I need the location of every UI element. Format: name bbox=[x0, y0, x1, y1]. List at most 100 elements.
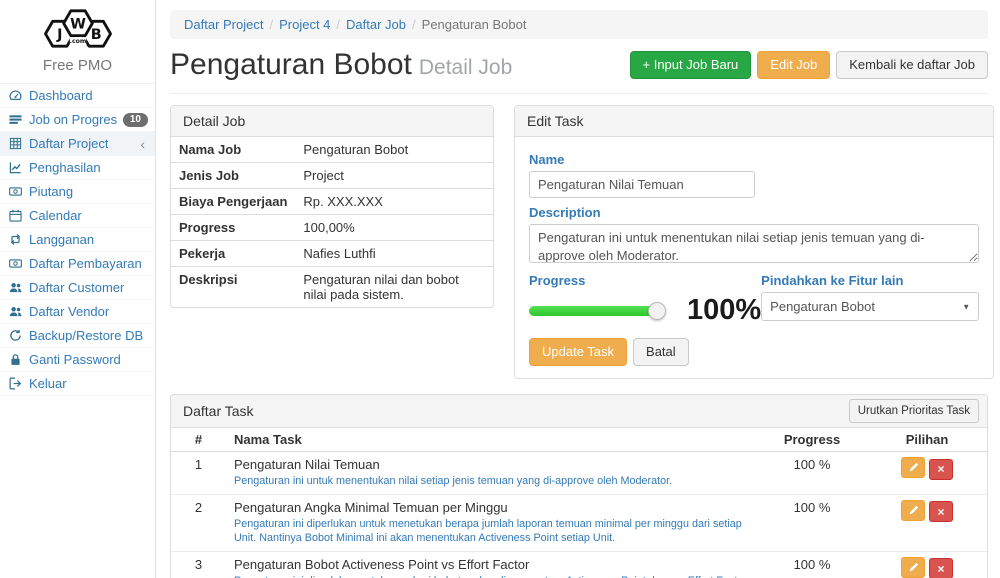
sidebar-item-daftar-vendor[interactable]: Daftar Vendor bbox=[0, 300, 155, 324]
delete-task-button[interactable]: × bbox=[929, 558, 953, 578]
sidebar-item-daftar-customer[interactable]: Daftar Customer bbox=[0, 276, 155, 300]
sidebar-item-penghasilan[interactable]: Penghasilan bbox=[0, 156, 155, 180]
task-name-cell: Pengaturan Bobot Activeness Point vs Eff… bbox=[226, 552, 757, 578]
sidebar-item-label: Piutang bbox=[29, 184, 73, 199]
task-progress: 100 % bbox=[757, 495, 867, 520]
breadcrumb-item[interactable]: Project 4 bbox=[279, 17, 330, 32]
detail-row-value: Nafies Luthfi bbox=[295, 241, 493, 267]
detail-job-table: Nama JobPengaturan BobotJenis JobProject… bbox=[171, 137, 493, 307]
task-name: Pengaturan Nilai Temuan bbox=[234, 457, 749, 472]
progress-value: 100% bbox=[687, 296, 761, 325]
sidebar: J B W .com Free PMO Dashboard Job on Prog… bbox=[0, 0, 156, 578]
delete-task-button[interactable]: × bbox=[929, 501, 953, 522]
money-icon bbox=[7, 257, 23, 270]
task-name-cell: Pengaturan Angka Minimal Temuan per Ming… bbox=[226, 495, 757, 551]
edit-task-button[interactable] bbox=[901, 500, 925, 521]
edit-task-form: Name Description Pengaturan ini untuk me… bbox=[515, 137, 993, 378]
sidebar-item-daftar-pembayaran[interactable]: Daftar Pembayaran bbox=[0, 252, 155, 276]
detail-row: Biaya PengerjaanRp. XXX.XXX bbox=[171, 189, 493, 215]
delete-task-button[interactable]: × bbox=[929, 459, 953, 480]
progress-slider[interactable] bbox=[529, 306, 657, 316]
svg-text:J: J bbox=[56, 27, 62, 43]
task-description: Pengaturan ini diperlukan untuk memberi … bbox=[234, 574, 749, 578]
detail-row-value: Rp. XXX.XXX bbox=[295, 189, 493, 215]
sidebar-item-daftar-project[interactable]: Daftar Project‹ bbox=[0, 132, 155, 156]
task-number: 3 bbox=[171, 552, 226, 577]
task-list-title: Daftar Task bbox=[183, 403, 254, 419]
sidebar-item-job-on-progress[interactable]: Job on Progress 10 bbox=[0, 108, 155, 132]
detail-job-panel: Detail Job Nama JobPengaturan BobotJenis… bbox=[170, 105, 494, 308]
brand-name: Free PMO bbox=[0, 57, 155, 74]
svg-text:W: W bbox=[70, 17, 86, 33]
retweet-icon bbox=[7, 233, 23, 246]
svg-text:.com: .com bbox=[69, 38, 86, 45]
jwb-logo-icon: J B W .com bbox=[25, 7, 131, 51]
progress-label: Progress bbox=[529, 273, 761, 288]
column-header-num: # bbox=[171, 428, 226, 451]
sidebar-item-label: Job on Progress bbox=[29, 112, 117, 127]
chevron-left-icon: ‹ bbox=[140, 137, 148, 151]
task-name-input[interactable] bbox=[529, 171, 755, 198]
edit-job-button[interactable]: Edit Job bbox=[757, 51, 830, 79]
column-header-progress: Progress bbox=[757, 428, 867, 451]
detail-row: Jenis JobProject bbox=[171, 163, 493, 189]
sidebar-item-ganti-password[interactable]: Ganti Password bbox=[0, 348, 155, 372]
task-actions: × bbox=[867, 552, 987, 578]
breadcrumb-item[interactable]: Daftar Project bbox=[184, 17, 263, 32]
detail-row-label: Jenis Job bbox=[171, 163, 295, 189]
edit-task-button[interactable] bbox=[901, 557, 925, 578]
sidebar-item-label: Calendar bbox=[29, 208, 82, 223]
detail-row-value: Project bbox=[295, 163, 493, 189]
main-content: Daftar Project/Project 4/Daftar Job/Peng… bbox=[156, 0, 1000, 578]
progress-slider-knob[interactable] bbox=[648, 302, 666, 320]
edit-task-button[interactable] bbox=[901, 457, 925, 478]
progress-row: Progress 100% Pindahkan ke Fitur lain bbox=[529, 266, 979, 325]
update-task-button[interactable]: Update Task bbox=[529, 338, 627, 366]
task-row: 2Pengaturan Angka Minimal Temuan per Min… bbox=[171, 495, 987, 552]
table-icon bbox=[7, 137, 23, 150]
task-actions: × bbox=[867, 495, 987, 528]
detail-row-label: Biaya Pengerjaan bbox=[171, 189, 295, 215]
detail-row: DeskripsiPengaturan nilai dan bobot nila… bbox=[171, 267, 493, 308]
detail-row: Nama JobPengaturan Bobot bbox=[171, 137, 493, 163]
task-actions: × bbox=[867, 452, 987, 485]
task-name: Pengaturan Bobot Activeness Point vs Eff… bbox=[234, 557, 749, 572]
back-to-job-list-button[interactable]: Kembali ke daftar Job bbox=[836, 51, 988, 79]
breadcrumb-item[interactable]: Daftar Job bbox=[346, 17, 406, 32]
detail-row-label: Deskripsi bbox=[171, 267, 295, 308]
refresh-icon bbox=[7, 329, 23, 342]
sidebar-item-label: Daftar Customer bbox=[29, 280, 124, 295]
move-feature-select[interactable]: Pengaturan Bobot bbox=[761, 292, 979, 321]
task-description-textarea[interactable]: Pengaturan ini untuk menentukan nilai se… bbox=[529, 224, 979, 263]
sidebar-item-langganan[interactable]: Langganan bbox=[0, 228, 155, 252]
task-list-panel: Daftar Task Urutkan Prioritas Task # Nam… bbox=[170, 394, 988, 578]
page-title: Pengaturan Bobot bbox=[170, 48, 412, 81]
money-icon bbox=[7, 185, 23, 198]
cancel-button[interactable]: Batal bbox=[633, 338, 689, 366]
task-list-heading: Daftar Task Urutkan Prioritas Task bbox=[171, 395, 987, 428]
detail-row-value: 100,00% bbox=[295, 215, 493, 241]
calendar-icon bbox=[7, 209, 23, 222]
breadcrumb-item: Pengaturan Bobot bbox=[422, 17, 527, 32]
sidebar-item-piutang[interactable]: Piutang bbox=[0, 180, 155, 204]
svg-text:B: B bbox=[90, 27, 101, 43]
move-feature-section: Pindahkan ke Fitur lain Pengaturan Bobot… bbox=[761, 266, 979, 325]
sidebar-item-dashboard[interactable]: Dashboard bbox=[0, 84, 155, 108]
task-number: 1 bbox=[171, 452, 226, 477]
input-job-baru-button[interactable]: + Input Job Baru bbox=[630, 51, 752, 79]
sort-priority-button-top[interactable]: Urutkan Prioritas Task bbox=[849, 399, 979, 423]
count-badge: 10 bbox=[123, 113, 148, 127]
page-subtitle: Detail Job bbox=[419, 56, 512, 79]
sidebar-item-backup-restore-db[interactable]: Backup/Restore DB bbox=[0, 324, 155, 348]
sidebar-item-calendar[interactable]: Calendar bbox=[0, 204, 155, 228]
detail-row-value: Pengaturan Bobot bbox=[295, 137, 493, 163]
sidebar-item-label: Backup/Restore DB bbox=[29, 328, 143, 343]
signout-icon bbox=[7, 377, 23, 390]
header-actions: + Input Job Baru Edit Job Kembali ke daf… bbox=[630, 51, 989, 79]
users-icon bbox=[7, 281, 23, 294]
sidebar-item-label: Dashboard bbox=[29, 88, 93, 103]
users-icon bbox=[7, 305, 23, 318]
breadcrumb-separator: / bbox=[263, 17, 279, 32]
sidebar-item-keluar[interactable]: Keluar bbox=[0, 372, 155, 396]
detail-row-label: Pekerja bbox=[171, 241, 295, 267]
